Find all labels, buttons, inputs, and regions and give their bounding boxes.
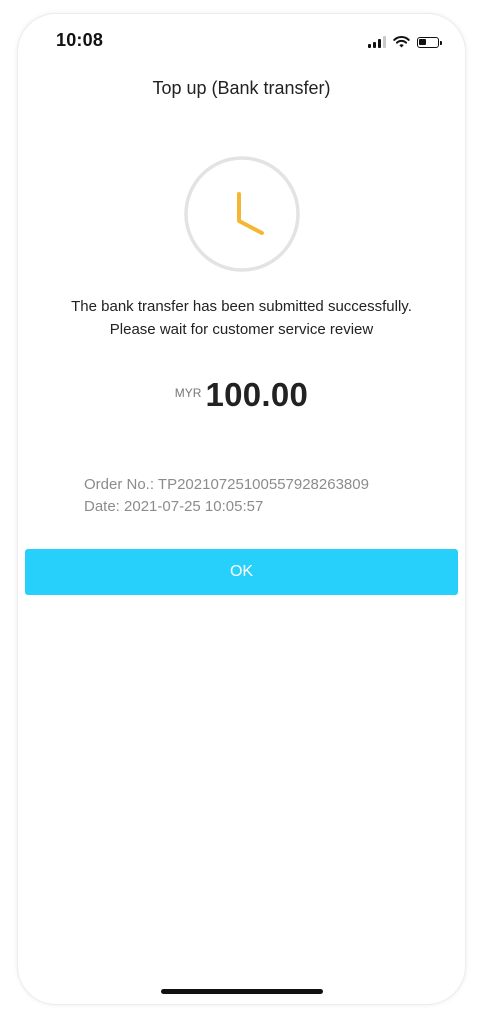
- status-bar: 10:08: [18, 14, 465, 66]
- phone-screen: 10:08 Top up (Bank transfer) The bank tr…: [18, 14, 465, 1004]
- status-message: The bank transfer has been submitted suc…: [18, 295, 465, 341]
- page-title: Top up (Bank transfer): [152, 78, 331, 98]
- cellular-signal-icon: [368, 36, 386, 48]
- ok-button[interactable]: OK: [25, 549, 458, 595]
- status-message-line-2: Please wait for customer service review: [109, 321, 374, 338]
- clock-icon: [182, 154, 302, 274]
- wifi-icon: [393, 36, 410, 48]
- amount-value: 100.00: [205, 376, 309, 413]
- amount-display: MYR 100.00: [18, 376, 465, 414]
- order-date: Date: 2021-07-25 10:05:57: [84, 498, 264, 515]
- home-indicator[interactable]: [161, 989, 323, 994]
- status-icons: [368, 32, 442, 48]
- status-time: 10:08: [56, 30, 104, 50]
- order-details: Order No.: TP20210725100557928263809 Dat…: [84, 474, 369, 518]
- status-message-line-1: The bank transfer has been submitted suc…: [71, 298, 412, 315]
- order-number: Order No.: TP20210725100557928263809: [84, 476, 369, 493]
- currency-code: MYR: [174, 386, 202, 400]
- battery-icon: [417, 37, 442, 48]
